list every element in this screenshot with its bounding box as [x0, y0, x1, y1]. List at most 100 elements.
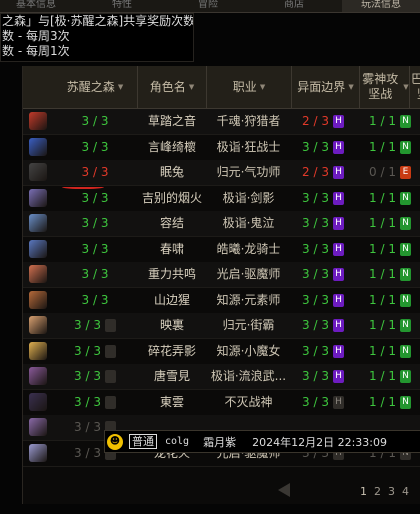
tab-adventure[interactable]: 冒险	[172, 0, 244, 12]
sufu-value: 3 / 3	[81, 139, 109, 154]
table-row[interactable]: 3 / 3 山边猩 知源·元素师 3 / 3 H 1 / 1 N	[23, 287, 420, 314]
yimian-value: 3 / 3	[302, 369, 329, 383]
sufu-count: 3 / 3	[53, 109, 137, 134]
character-name: 東雲	[159, 394, 184, 409]
pagination: 1 2 3 4	[22, 478, 420, 504]
column-header-job[interactable]: 职业 ▼	[207, 66, 292, 108]
wushen-value: 1 / 1	[369, 292, 396, 307]
tab-traits[interactable]: 特性	[86, 0, 158, 12]
chat-channel-tag[interactable]: 普通	[129, 434, 157, 449]
character-avatar-icon	[29, 341, 47, 360]
column-header-name[interactable]: 角色名 ▼	[138, 66, 207, 108]
yimian-count: 3 / 3 H	[291, 262, 359, 287]
sufu-lock-icon	[104, 370, 116, 383]
table-row[interactable]: 3 / 3 碎花弄影 知源·小魔女 3 / 3 H 1 / 1 N	[23, 338, 420, 365]
table-row[interactable]: 3 / 3 草踏之音 千魂·狩猎者 2 / 3 H 1 / 1 N	[23, 109, 420, 135]
wushen-count: 1 / 1 N	[360, 186, 418, 211]
table-row[interactable]: 3 / 3 容结 极诣·鬼泣 3 / 3 H 1 / 1 N	[23, 211, 420, 237]
character-name: 言峰绮櫰	[147, 139, 196, 154]
sufu-count: 3 / 3	[53, 186, 137, 211]
character-avatar-icon	[29, 418, 47, 436]
column-header-wushen[interactable]: 雾神攻坚战 ▼	[360, 66, 410, 108]
character-avatar-icon	[29, 239, 47, 258]
character-name: 眠兔	[159, 165, 184, 179]
yimian-value: 3 / 3	[302, 394, 329, 409]
sufu-value: 3 / 3	[81, 267, 109, 281]
yimian-value: 3 / 3	[302, 267, 329, 281]
yimian-value: 3 / 3	[302, 343, 329, 358]
difficulty-badge-icon: N	[400, 370, 411, 383]
wushen-value: 1 / 1	[369, 241, 396, 256]
red-underline-annotation	[62, 184, 104, 189]
wushen-value: 1 / 1	[369, 216, 396, 230]
character-avatar-icon	[29, 163, 47, 181]
table-row[interactable]: 3 / 3 春啸 皓曦·龙骑士 3 / 3 H 1 / 1 N	[23, 236, 420, 263]
column-header-bak[interactable]: 巴卡坚	[410, 66, 420, 108]
column-header-sufu[interactable]: 苏醒之森 ▼	[53, 66, 138, 108]
sufu-value: 3 / 3	[81, 241, 109, 256]
character-job: 皓曦·龙骑士	[216, 241, 281, 256]
wushen-value: 1 / 1	[369, 139, 396, 154]
character-name: 唐雪見	[153, 369, 190, 383]
difficulty-badge-icon: H	[333, 344, 344, 358]
sufu-value: 3 / 3	[74, 394, 101, 409]
sufu-value: 3 / 3	[74, 343, 101, 358]
yimian-count: 3 / 3 H	[291, 390, 359, 415]
page-number[interactable]: 3	[388, 485, 395, 498]
table-row[interactable]: 3 / 3 東雲 不灭战神 3 / 3 H 1 / 1 N	[23, 389, 420, 416]
character-name: 草踏之音	[147, 114, 196, 128]
character-job: 极诣·狂战士	[216, 139, 281, 154]
character-name: 容结	[159, 216, 184, 230]
wushen-count: 1 / 1 N	[360, 288, 418, 313]
tab-basic-info[interactable]: 基本信息	[0, 0, 72, 12]
character-name: 春啸	[159, 241, 184, 256]
column-header-sufu-label: 苏醒之森	[66, 79, 115, 94]
table-row[interactable]: 3 / 3 重力共鸣 光启·驱魔师 3 / 3 H 1 / 1 N	[23, 262, 420, 288]
yimian-count: 3 / 3 H	[291, 313, 359, 338]
page-number[interactable]: 1	[360, 485, 367, 498]
character-job: 极诣·鬼泣	[222, 216, 275, 230]
character-avatar-icon	[29, 443, 47, 462]
difficulty-badge-icon: N	[400, 217, 411, 230]
column-header-yimian-label: 异面边界	[297, 79, 346, 94]
table-row[interactable]: 3 / 3 映裏 归元·街霸 3 / 3 H 1 / 1 N	[23, 313, 420, 339]
page-number[interactable]: 4	[402, 485, 409, 498]
character-name: 映裏	[159, 318, 184, 332]
column-header-yimian[interactable]: 异面边界 ▼	[292, 66, 360, 108]
character-job: 归元·气功师	[216, 165, 281, 179]
yimian-count: 3 / 3 H	[291, 339, 359, 364]
sufu-count: 3 / 3	[53, 237, 137, 262]
yimian-value: 3 / 3	[302, 216, 329, 230]
qq-penguin-icon: ☻	[107, 433, 123, 450]
tab-shop[interactable]: 商店	[258, 0, 330, 12]
table-row[interactable]: 3 / 3 眠兔 归元·气功师 2 / 3 H 0 / 1 E	[23, 160, 420, 186]
difficulty-badge-icon: H	[333, 115, 344, 128]
page-number[interactable]: 2	[374, 485, 381, 498]
column-header-bak-label: 巴卡坚	[410, 72, 420, 101]
difficulty-badge-icon: E	[400, 166, 411, 179]
difficulty-badge-icon: H	[333, 217, 344, 230]
sort-arrow-icon: ▼	[348, 82, 354, 91]
wushen-count: 1 / 1 N	[360, 211, 418, 236]
character-job: 极诣·剑影	[222, 190, 275, 205]
difficulty-badge-icon: N	[400, 191, 411, 205]
chat-username: colg	[165, 436, 190, 447]
difficulty-badge-icon: H	[333, 293, 344, 307]
wushen-value: 0 / 1	[369, 165, 396, 179]
wushen-count: 0 / 1 E	[360, 160, 418, 185]
character-name: 重力共鸣	[147, 267, 196, 281]
character-job: 不灭战神	[224, 394, 273, 409]
sufu-lock-icon	[104, 395, 116, 409]
character-avatar-icon	[29, 188, 47, 207]
yimian-value: 3 / 3	[302, 190, 329, 205]
prev-page-arrow-icon[interactable]	[278, 483, 290, 497]
difficulty-badge-icon: H	[333, 370, 344, 383]
table-row[interactable]: 3 / 3 吉别的烟火 极诣·剑影 3 / 3 H 1 / 1 N	[23, 185, 420, 212]
difficulty-badge-icon: N	[400, 395, 411, 409]
table-row[interactable]: 3 / 3 唐雪見 极诣·流浪武... 3 / 3 H 1 / 1 N	[23, 364, 420, 390]
tab-play-info[interactable]: 玩法信息	[342, 0, 420, 12]
character-job: 归元·街霸	[222, 318, 275, 332]
difficulty-badge-icon: H	[333, 140, 344, 154]
wushen-value: 1 / 1	[369, 190, 396, 205]
table-row[interactable]: 3 / 3 言峰绮櫰 极诣·狂战士 3 / 3 H 1 / 1 N	[23, 134, 420, 161]
